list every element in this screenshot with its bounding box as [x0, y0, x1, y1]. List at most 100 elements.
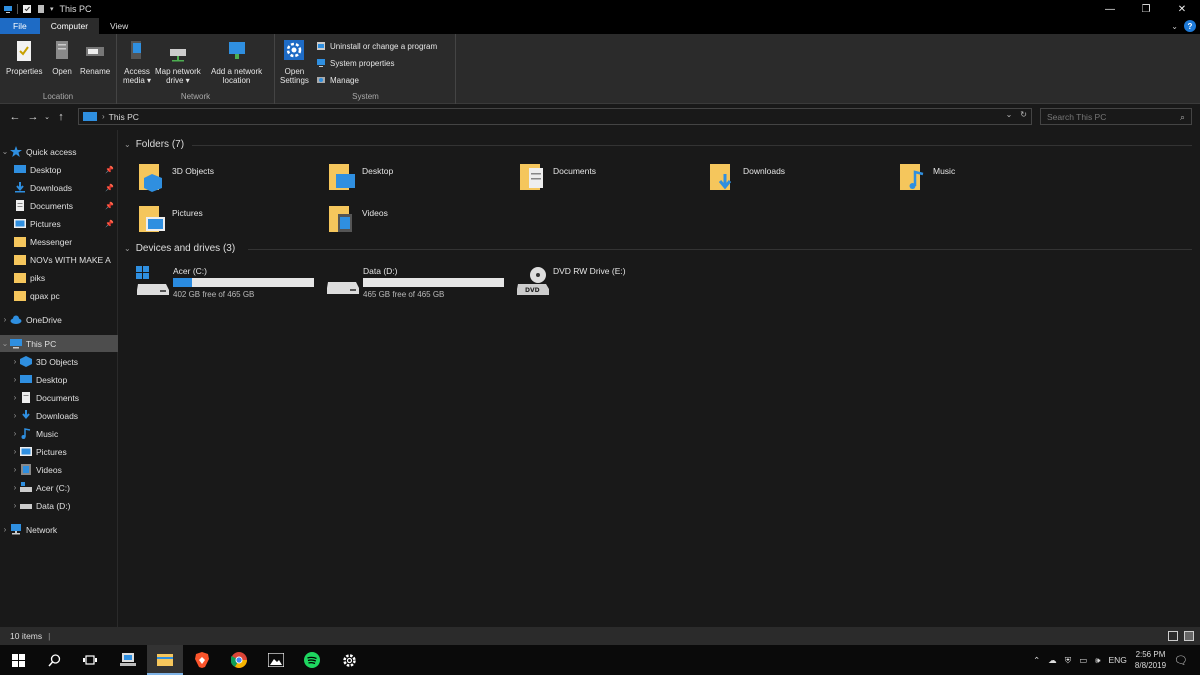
- search-input[interactable]: Search This PC ⌕: [1040, 108, 1192, 125]
- nav-pc-acer-c[interactable]: › Acer (C:): [0, 479, 118, 496]
- customize-toolbar-chevron-icon[interactable]: ▾: [50, 5, 54, 13]
- pin-icon[interactable]: 📌: [105, 184, 114, 192]
- nav-quick-qpax[interactable]: qpax pc: [0, 287, 118, 304]
- properties-button[interactable]: Properties: [6, 39, 42, 76]
- nav-quick-messenger[interactable]: Messenger: [0, 233, 118, 250]
- folders-section-header[interactable]: ⌄ Folders (7): [124, 139, 184, 150]
- folder-videos[interactable]: Videos: [328, 204, 388, 236]
- nav-pc-music[interactable]: › Music: [0, 425, 118, 442]
- tab-computer[interactable]: Computer: [39, 18, 100, 34]
- drive-data-d[interactable]: Data (D:) 465 GB free of 465 GB: [326, 266, 504, 299]
- nav-pc-desktop[interactable]: › Desktop: [0, 371, 118, 388]
- collapsed-chevron-icon[interactable]: ›: [10, 447, 20, 456]
- help-icon[interactable]: ?: [1184, 20, 1196, 32]
- taskbar-app-photos[interactable]: [258, 645, 294, 675]
- details-view-icon[interactable]: [1168, 631, 1178, 641]
- refresh-icon[interactable]: ↻: [1020, 110, 1027, 119]
- collapsed-chevron-icon[interactable]: ›: [0, 315, 10, 324]
- nav-network[interactable]: › Network: [0, 521, 118, 538]
- nav-pc-3d-objects[interactable]: › 3D Objects: [0, 353, 118, 370]
- drive-dvd-e[interactable]: DVD DVD RW Drive (E:): [516, 266, 626, 296]
- collapsed-chevron-icon[interactable]: ›: [10, 465, 20, 474]
- taskbar-search-button[interactable]: [36, 645, 72, 675]
- volume-icon[interactable]: 🕪: [1095, 655, 1100, 666]
- access-media-button[interactable]: Access media ▾: [123, 39, 151, 85]
- search-icon[interactable]: ⌕: [1180, 112, 1185, 123]
- expanded-chevron-icon[interactable]: ⌄: [0, 147, 10, 156]
- manage-button[interactable]: Manage: [316, 75, 359, 85]
- collapse-ribbon-chevron-icon[interactable]: ⌄: [1171, 22, 1178, 31]
- folder-desktop[interactable]: Desktop: [328, 162, 393, 194]
- nav-quick-novs[interactable]: NOVs WITH MAKE A: [0, 251, 118, 268]
- pin-icon[interactable]: 📌: [105, 166, 114, 174]
- defender-shield-icon[interactable]: ⛨: [1065, 655, 1071, 666]
- section-chevron-icon[interactable]: ⌄: [124, 140, 131, 149]
- nav-quick-downloads[interactable]: Downloads 📌: [0, 179, 118, 196]
- tab-file[interactable]: File: [0, 18, 40, 34]
- folder-pictures[interactable]: Pictures: [138, 204, 203, 236]
- nav-quick-documents[interactable]: Documents 📌: [0, 197, 118, 214]
- nav-quick-piks[interactable]: piks: [0, 269, 118, 286]
- collapsed-chevron-icon[interactable]: ›: [10, 483, 20, 492]
- expanded-chevron-icon[interactable]: ⌄: [0, 339, 10, 348]
- task-view-button[interactable]: [72, 645, 108, 675]
- nav-pc-documents[interactable]: › Documents: [0, 389, 118, 406]
- computer-icon[interactable]: [3, 4, 13, 14]
- nav-onedrive[interactable]: › OneDrive: [0, 311, 118, 328]
- collapsed-chevron-icon[interactable]: ›: [0, 525, 10, 534]
- open-button[interactable]: Open: [51, 39, 73, 76]
- pin-icon[interactable]: 📌: [105, 220, 114, 228]
- add-network-location-button[interactable]: Add a network location: [211, 39, 262, 85]
- section-chevron-icon[interactable]: ⌄: [124, 244, 131, 253]
- recent-locations-chevron-icon[interactable]: ⌄: [42, 113, 52, 121]
- nav-pc-videos[interactable]: › Videos: [0, 461, 118, 478]
- nav-this-pc[interactable]: ⌄ This PC: [0, 335, 118, 352]
- folder-3d-objects[interactable]: 3D Objects: [138, 162, 214, 194]
- tab-view[interactable]: View: [99, 18, 139, 34]
- uninstall-program-button[interactable]: Uninstall or change a program: [316, 41, 437, 51]
- new-folder-icon[interactable]: [36, 4, 46, 14]
- properties-icon[interactable]: [22, 4, 32, 14]
- collapsed-chevron-icon[interactable]: ›: [10, 375, 20, 384]
- close-button[interactable]: ✕: [1164, 0, 1200, 18]
- maximize-button[interactable]: ❐: [1128, 0, 1164, 18]
- collapsed-chevron-icon[interactable]: ›: [10, 411, 20, 420]
- folder-downloads[interactable]: Downloads: [709, 162, 785, 194]
- taskbar-app-spotify[interactable]: [294, 645, 330, 675]
- nav-quick-desktop[interactable]: Desktop 📌: [0, 161, 118, 178]
- forward-arrow-icon[interactable]: →: [24, 111, 42, 123]
- action-center-icon[interactable]: 🗨: [1174, 654, 1188, 667]
- onedrive-tray-icon[interactable]: ☁: [1048, 655, 1057, 666]
- collapsed-chevron-icon[interactable]: ›: [10, 501, 20, 510]
- nav-pc-pictures[interactable]: › Pictures: [0, 443, 118, 460]
- network-status-icon[interactable]: ▭: [1079, 655, 1087, 666]
- map-network-drive-button[interactable]: Map network drive ▾: [155, 39, 201, 85]
- taskbar-app-computer[interactable]: [110, 645, 146, 675]
- nav-pc-downloads[interactable]: › Downloads: [0, 407, 118, 424]
- show-hidden-icons-chevron-icon[interactable]: ⌃: [1033, 655, 1040, 666]
- drives-section-header[interactable]: ⌄ Devices and drives (3): [124, 243, 235, 254]
- breadcrumb[interactable]: This PC: [109, 112, 139, 122]
- address-dropdown-chevron-icon[interactable]: ⌄: [1006, 110, 1013, 119]
- collapsed-chevron-icon[interactable]: ›: [10, 429, 20, 438]
- breadcrumb-separator-icon[interactable]: ›: [102, 112, 105, 121]
- system-properties-button[interactable]: System properties: [316, 58, 394, 68]
- taskbar-app-brave[interactable]: [184, 645, 220, 675]
- pin-icon[interactable]: 📌: [105, 202, 114, 210]
- nav-pc-data-d[interactable]: › Data (D:): [0, 497, 118, 514]
- taskbar-app-settings[interactable]: [331, 645, 367, 675]
- rename-button[interactable]: Rename: [80, 39, 110, 76]
- clock[interactable]: 2:56 PM 8/8/2019: [1135, 649, 1166, 671]
- start-button[interactable]: [0, 645, 36, 675]
- address-bar[interactable]: › This PC ⌄ ↻: [78, 108, 1032, 125]
- up-arrow-icon[interactable]: ↑: [52, 111, 70, 123]
- folder-documents[interactable]: Documents: [519, 162, 596, 194]
- large-icons-view-icon[interactable]: [1184, 631, 1194, 641]
- minimize-button[interactable]: —: [1092, 0, 1128, 18]
- taskbar-app-chrome[interactable]: [221, 645, 257, 675]
- drive-acer-c[interactable]: Acer (C:) 402 GB free of 465 GB: [136, 266, 314, 299]
- back-arrow-icon[interactable]: ←: [6, 111, 24, 123]
- nav-quick-pictures[interactable]: Pictures 📌: [0, 215, 118, 232]
- collapsed-chevron-icon[interactable]: ›: [10, 393, 20, 402]
- nav-quick-access[interactable]: ⌄ Quick access: [0, 143, 118, 160]
